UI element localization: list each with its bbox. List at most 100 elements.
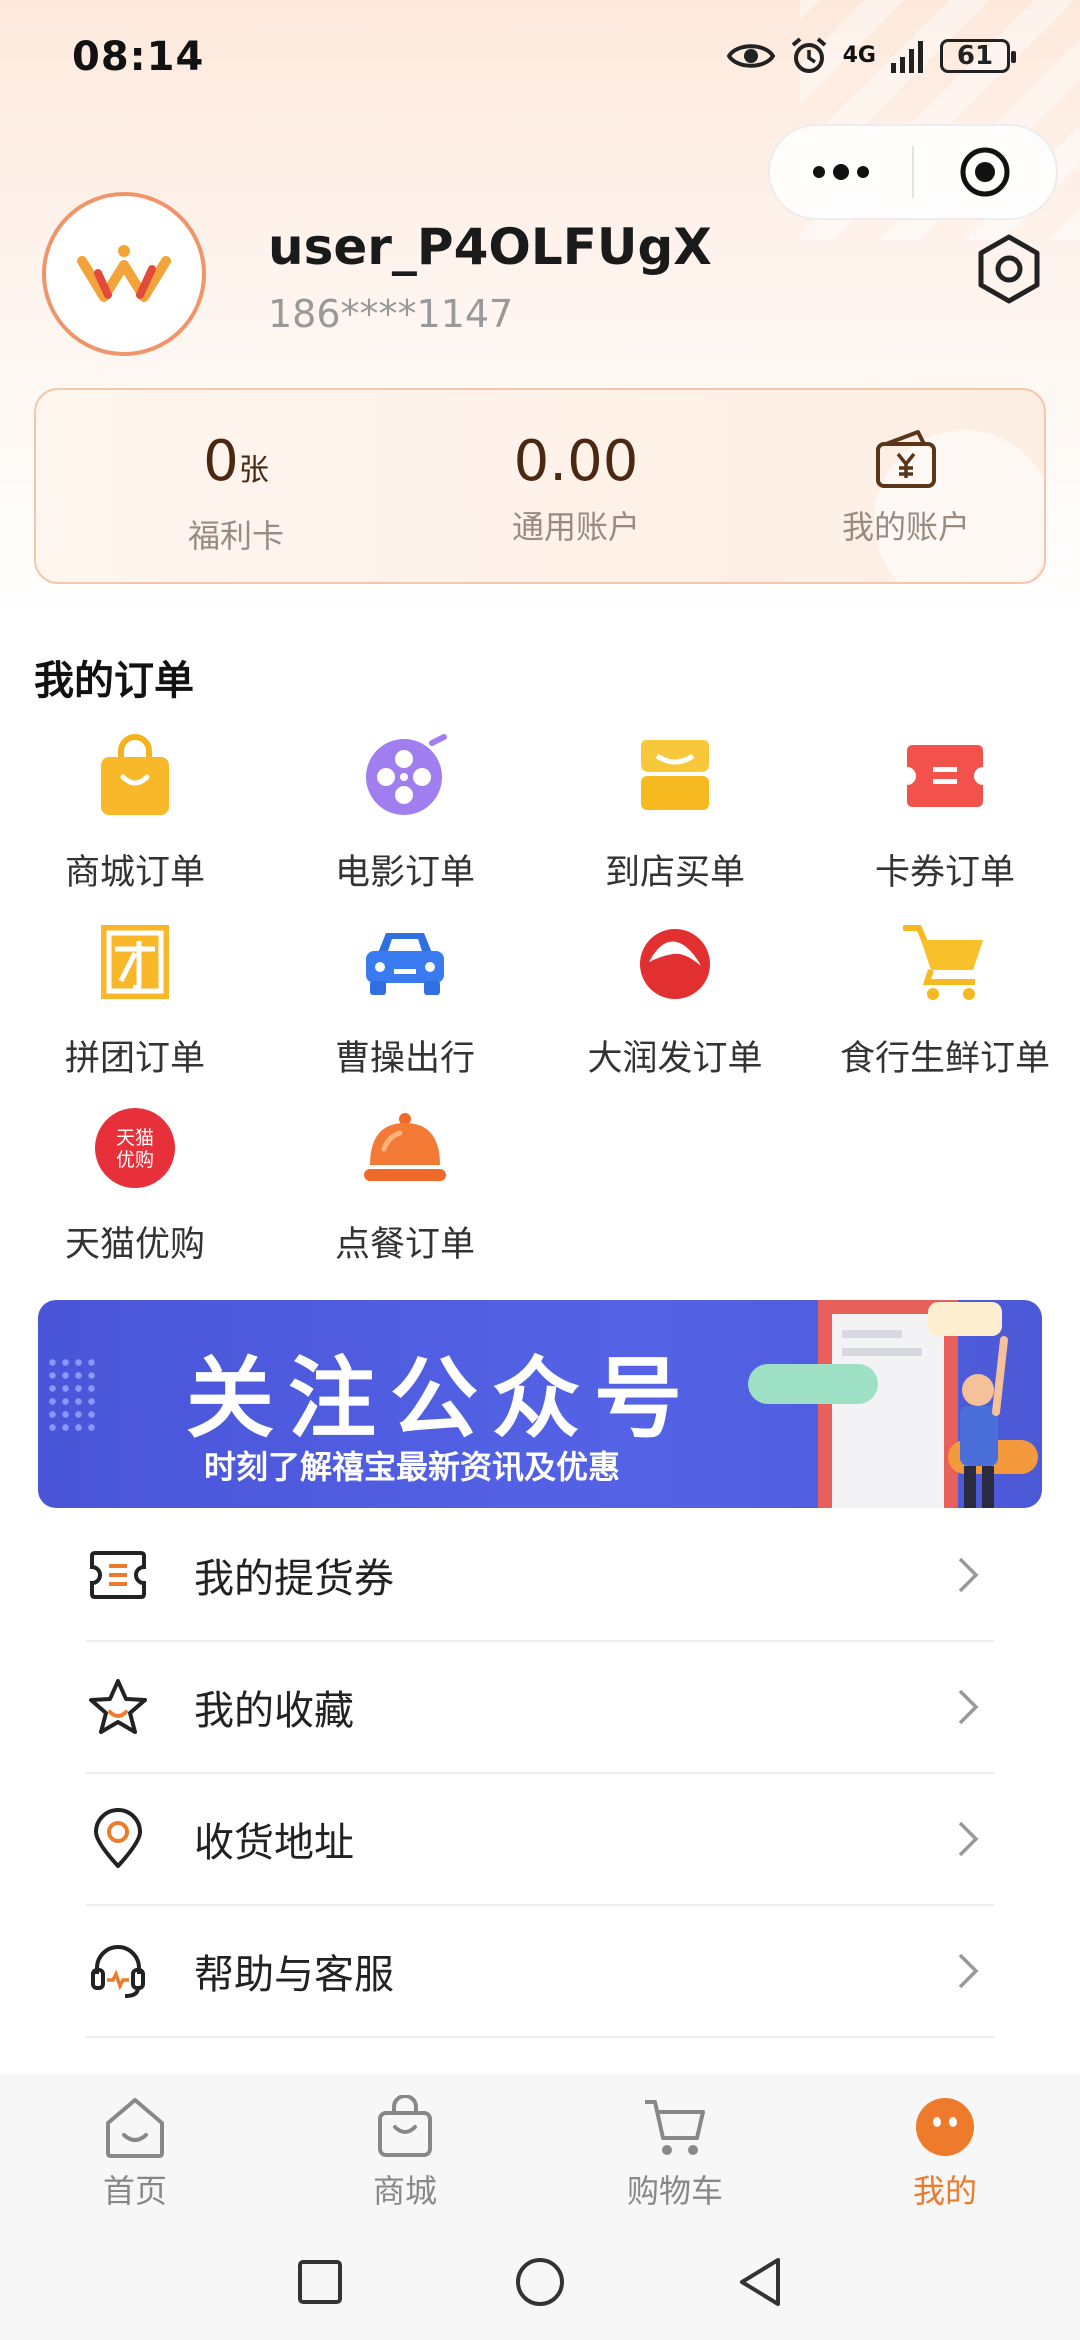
battery-indicator: 61 xyxy=(940,39,1016,73)
menu-item-help[interactable]: 帮助与客服 xyxy=(86,1906,994,2038)
home-icon xyxy=(106,2098,164,2158)
tab-cart[interactable]: 购物车 xyxy=(540,2074,810,2224)
film-reel-icon xyxy=(366,734,447,815)
status-bar: 08:14 4G 61 xyxy=(0,0,1080,120)
tab-home[interactable]: 首页 xyxy=(0,2074,270,2224)
back-nav-button[interactable] xyxy=(730,2252,790,2312)
menu-label: 我的收藏 xyxy=(194,1688,354,1734)
order-item-caocao[interactable]: 曹操出行 xyxy=(270,912,540,1092)
cart-icon xyxy=(645,2100,705,2155)
order-item-coupon[interactable]: 卡券订单 xyxy=(810,726,1080,906)
car-icon xyxy=(366,933,444,995)
order-item-tmall[interactable]: 天猫 优购 天猫优购 xyxy=(0,1098,270,1278)
tab-label: 购物车 xyxy=(626,2172,723,2210)
close-miniprogram-button[interactable] xyxy=(914,126,1056,218)
menu-item-vouchers[interactable]: 我的提货券 xyxy=(86,1510,994,1642)
circle-icon xyxy=(516,2258,564,2306)
system-navigation-bar xyxy=(0,2224,1080,2340)
battery-level: 61 xyxy=(956,41,994,71)
order-item-rt-mart[interactable]: 大润发订单 xyxy=(540,912,810,1092)
network-type: 4G xyxy=(842,43,876,68)
order-item-fresh[interactable]: 食行生鲜订单 xyxy=(810,912,1080,1092)
profile-face-icon xyxy=(916,2098,974,2156)
bag-icon xyxy=(378,2095,432,2157)
miniprogram-capsule xyxy=(768,124,1058,220)
general-balance: 0.00 xyxy=(513,429,639,494)
voucher-icon xyxy=(90,1551,146,1599)
orders-section-title: 我的订单 xyxy=(34,658,194,704)
avatar[interactable] xyxy=(42,192,206,356)
hexagon-settings-icon xyxy=(978,234,1040,304)
alarm-icon xyxy=(791,37,826,73)
brand-logo-icon xyxy=(77,245,171,302)
store-icon xyxy=(641,740,709,810)
star-icon xyxy=(89,1679,147,1734)
group-buy-icon xyxy=(101,925,169,999)
menu-label: 收货地址 xyxy=(194,1820,354,1866)
order-item-group-buy[interactable]: 拼团订单 xyxy=(0,912,270,1092)
order-label: 卡券订单 xyxy=(874,853,1015,893)
home-nav-button[interactable] xyxy=(510,2252,570,2312)
tab-mine[interactable]: 我的 xyxy=(810,2074,1080,2224)
headset-icon xyxy=(91,1945,145,1998)
wallet-yen-icon xyxy=(876,430,936,488)
svg-text:天猫: 天猫 xyxy=(116,1127,154,1149)
more-dots-icon xyxy=(813,164,869,180)
tab-label: 首页 xyxy=(102,2172,167,2210)
svg-text:优购: 优购 xyxy=(116,1149,154,1171)
order-label: 拼团订单 xyxy=(64,1039,205,1079)
menu-item-favorites[interactable]: 我的收藏 xyxy=(86,1642,994,1774)
tab-mall[interactable]: 商城 xyxy=(270,2074,540,2224)
more-button[interactable] xyxy=(770,126,912,218)
welfare-card-value: 0 xyxy=(203,429,239,494)
banner-illustration xyxy=(748,1300,1038,1508)
order-label: 天猫优购 xyxy=(64,1225,205,1265)
banner-subtitle: 时刻了解禧宝最新资讯及优惠 xyxy=(204,1448,621,1486)
recent-apps-button[interactable] xyxy=(290,2252,350,2312)
order-item-movie[interactable]: 电影订单 xyxy=(270,726,540,906)
status-icons: 4G 61 xyxy=(726,36,1016,76)
welfare-card-unit: 张 xyxy=(238,453,269,488)
rt-mart-icon xyxy=(640,929,710,999)
general-account-item[interactable]: 0.00 通用账户 xyxy=(466,430,686,548)
chevron-right-icon xyxy=(958,1821,979,1857)
order-label: 到店买单 xyxy=(604,853,745,893)
tmall-icon: 天猫 优购 xyxy=(95,1108,175,1188)
account-card: 0张 福利卡 0.00 通用账户 我的账户 xyxy=(34,388,1046,584)
order-label: 曹操出行 xyxy=(334,1039,475,1079)
menu-list: 我的提货券 我的收藏 收货地址 帮助与客服 xyxy=(86,1510,994,2038)
follow-official-account-banner[interactable]: 关注公众号 时刻了解禧宝最新资讯及优惠 xyxy=(38,1300,1042,1508)
signal-icon xyxy=(891,41,923,73)
menu-label: 我的提货券 xyxy=(194,1556,394,1602)
menu-label: 帮助与客服 xyxy=(194,1952,394,1998)
general-account-label: 通用账户 xyxy=(511,508,640,546)
settings-button[interactable] xyxy=(972,232,1046,306)
order-label: 点餐订单 xyxy=(334,1225,475,1265)
order-item-food[interactable]: 点餐订单 xyxy=(270,1098,540,1278)
shopping-bag-icon xyxy=(101,734,169,815)
banner-dots-decoration xyxy=(46,1356,96,1436)
phone-number: 186****1147 xyxy=(268,292,514,336)
my-account-item[interactable]: 我的账户 xyxy=(796,426,1016,548)
ticket-icon xyxy=(907,745,983,807)
order-item-mall[interactable]: 商城订单 xyxy=(0,726,270,906)
bottom-tab-bar: 首页 商城 购物车 我的 xyxy=(0,2074,1080,2224)
order-item-store[interactable]: 到店买单 xyxy=(540,726,810,906)
welfare-card-item[interactable]: 0张 福利卡 xyxy=(136,430,336,557)
chevron-right-icon xyxy=(958,1953,979,1989)
order-label: 商城订单 xyxy=(64,853,205,893)
chevron-right-icon xyxy=(958,1557,979,1593)
order-label: 电影订单 xyxy=(334,853,475,893)
username: user_P4OLFUgX xyxy=(268,218,712,276)
eye-icon xyxy=(726,44,775,68)
order-label: 大润发订单 xyxy=(587,1039,763,1079)
cart-icon xyxy=(903,925,983,1000)
tab-label: 我的 xyxy=(912,2172,977,2210)
location-pin-icon xyxy=(94,1808,142,1868)
target-icon xyxy=(960,147,1010,197)
food-cloche-icon xyxy=(364,1113,446,1181)
banner-title: 关注公众号 xyxy=(186,1347,697,1450)
chevron-right-icon xyxy=(958,1689,979,1725)
tab-label: 商城 xyxy=(372,2172,437,2210)
menu-item-address[interactable]: 收货地址 xyxy=(86,1774,994,1906)
